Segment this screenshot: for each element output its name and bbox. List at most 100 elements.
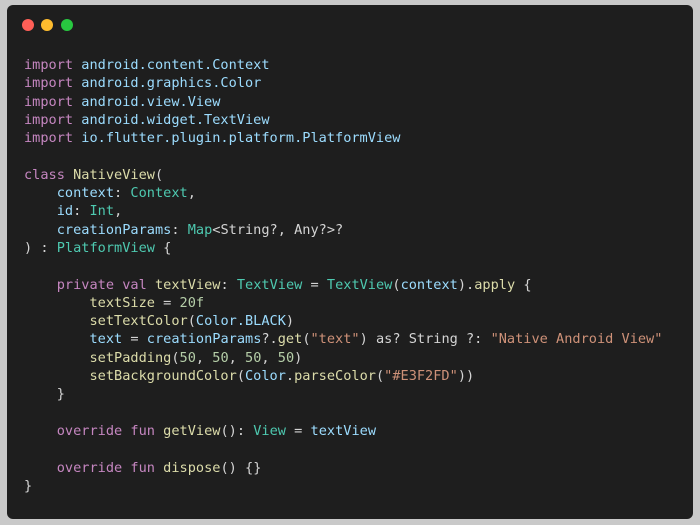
code-token: android.widget.TextView: [81, 111, 270, 128]
code-token: setPadding: [89, 349, 172, 366]
code-token: android.view.View: [81, 93, 221, 110]
code-line: override fun dispose() {}: [24, 459, 662, 477]
code-token: TextView: [326, 276, 393, 293]
code-line: import android.widget.TextView: [24, 111, 662, 129]
code-token: class: [24, 166, 65, 183]
code-line: text = creationParams?.get("text") as? S…: [24, 330, 662, 348]
code-token: {: [515, 276, 532, 293]
code-line: }: [24, 477, 662, 495]
code-token: :: [73, 203, 90, 220]
code-token: Context: [130, 185, 188, 202]
code-line: override fun getView(): View = textView: [24, 422, 662, 440]
code-token: textView: [310, 422, 377, 439]
code-token: .: [285, 368, 295, 385]
code-window: import android.content.Context import and…: [7, 5, 693, 519]
code-token: 50: [212, 349, 229, 366]
code-token: setTextColor: [89, 313, 188, 330]
code-token: import: [24, 111, 74, 128]
code-token: override: [56, 459, 123, 476]
code-token: 50: [277, 349, 295, 366]
code-token: import: [24, 57, 74, 73]
code-token: id: [56, 203, 74, 220]
code-token: "Native Android View": [490, 331, 663, 348]
code-token: ) :: [24, 239, 57, 256]
close-button[interactable]: [22, 19, 34, 31]
code-line: import android.graphics.Color: [24, 74, 662, 92]
code-token: () {}: [220, 459, 262, 476]
code-token: (: [171, 349, 180, 366]
code-token: =: [154, 294, 180, 311]
code-token: android.content.Context: [81, 57, 270, 73]
code-token: dispose: [163, 459, 221, 476]
code-token: ).: [457, 276, 475, 293]
code-token: View: [253, 422, 286, 439]
code-line: import io.flutter.plugin.platform.Platfo…: [24, 129, 662, 147]
code-token: context: [56, 185, 115, 202]
code-line: context: Context,: [24, 184, 662, 202]
code-token: get: [277, 331, 303, 348]
code-token: android.graphics.Color: [81, 75, 262, 92]
code-token: Color: [245, 368, 286, 385]
code-token: context: [400, 276, 458, 293]
code-line: }: [24, 385, 662, 403]
code-line: class NativeView(: [24, 166, 662, 184]
code-token: }: [24, 386, 65, 403]
code-token: private: [56, 276, 115, 293]
code-token: ,: [261, 349, 278, 366]
code-line: import android.view.View: [24, 93, 662, 111]
code-token: )): [457, 368, 475, 385]
code-token: ,: [187, 185, 196, 202]
code-token: (: [392, 276, 401, 293]
code-token: (: [187, 313, 196, 330]
code-token: ) as? String ?:: [359, 331, 491, 348]
maximize-button[interactable]: [61, 19, 73, 31]
code-line: id: Int,: [24, 202, 662, 220]
code-token: =: [122, 331, 147, 348]
code-token: "text": [310, 331, 360, 348]
window-titlebar: [7, 5, 693, 45]
code-line: private val textView: TextView = TextVie…: [24, 276, 662, 294]
code-token: ,: [228, 349, 246, 366]
code-token: io.flutter.plugin.platform.PlatformView: [81, 130, 401, 147]
code-line: setTextColor(Color.BLACK): [24, 312, 662, 330]
code-token: Color.BLACK: [195, 313, 286, 330]
code-token: import: [24, 75, 74, 92]
code-token: (: [154, 166, 164, 183]
code-token: ,: [195, 349, 213, 366]
code-token: 50: [245, 349, 262, 366]
code-line: ) : PlatformView {: [24, 239, 662, 257]
code-token: creationParams: [146, 331, 262, 348]
code-token: creationParams: [56, 221, 172, 238]
code-token: parseColor: [294, 368, 376, 385]
code-token: <String?, Any?>?: [212, 221, 344, 238]
code-token: import: [24, 130, 74, 147]
code-token: textView: [154, 276, 221, 293]
code-line: import android.content.Context: [24, 56, 662, 74]
code-token: =: [302, 276, 327, 293]
minimize-button[interactable]: [41, 19, 53, 31]
code-token: override: [56, 422, 123, 439]
code-token: "#E3F2FD": [384, 368, 458, 385]
code-token: TextView: [236, 276, 303, 293]
code-token: (: [302, 331, 311, 348]
code-token: ): [285, 313, 295, 330]
